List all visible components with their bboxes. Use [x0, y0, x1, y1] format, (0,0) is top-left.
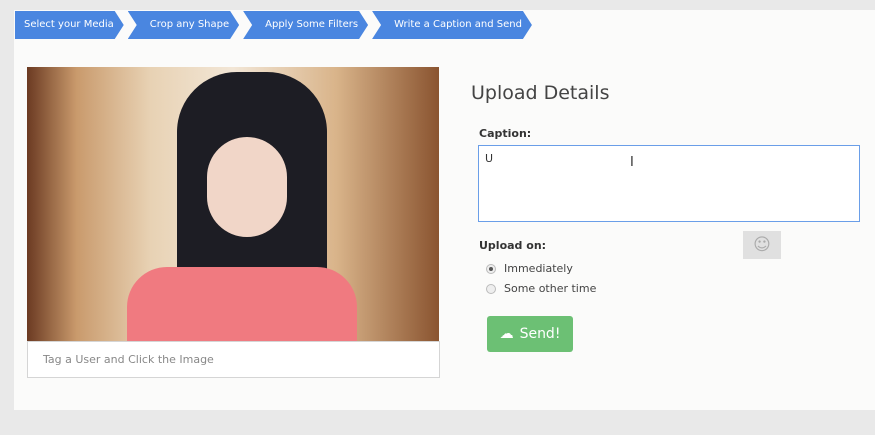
step-crop[interactable]: Crop any Shape: [128, 11, 239, 39]
emoji-button[interactable]: ☺: [743, 231, 781, 259]
caption-label: Caption:: [479, 127, 532, 140]
radio-checked[interactable]: [486, 263, 496, 274]
upload-on-label: Upload on:: [479, 239, 547, 252]
step-select-media[interactable]: Select your Media: [15, 11, 124, 39]
radio-label: Some other time: [504, 282, 597, 295]
step-caption-send[interactable]: Write a Caption and Send: [372, 11, 532, 39]
radio-immediately[interactable]: Immediately: [486, 262, 573, 275]
send-button[interactable]: ☁ Send!: [487, 316, 573, 352]
send-label: Send!: [519, 326, 561, 342]
radio-other-time[interactable]: Some other time: [486, 282, 596, 295]
tag-user-input[interactable]: Tag a User and Click the Image: [27, 341, 440, 378]
radio-unchecked[interactable]: [486, 283, 496, 294]
image-shirt: [127, 267, 357, 341]
smiley-icon: ☺: [753, 235, 771, 255]
image-face: [207, 137, 287, 237]
text-cursor-icon: I: [630, 155, 634, 170]
page-title: Upload Details: [471, 82, 610, 104]
caption-textarea[interactable]: U: [478, 145, 860, 222]
radio-label: Immediately: [504, 262, 573, 275]
cloud-upload-icon: ☁: [499, 326, 514, 342]
uploaded-image[interactable]: [27, 67, 439, 341]
step-filters[interactable]: Apply Some Filters: [243, 11, 368, 39]
wizard-steps: Select your Media Crop any Shape Apply S…: [15, 11, 536, 39]
